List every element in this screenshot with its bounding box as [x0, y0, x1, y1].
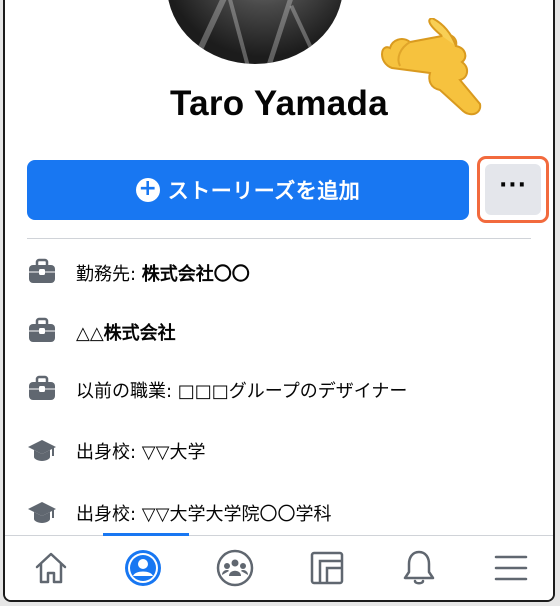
tab-groups[interactable] [189, 536, 281, 600]
add-story-button[interactable]: + ストーリーズを追加 [27, 160, 469, 220]
divider [27, 238, 531, 239]
briefcase-icon [29, 258, 55, 283]
profile-name: Taro Yamada [170, 84, 388, 123]
tab-feeds[interactable] [281, 536, 373, 600]
info-row-workplace[interactable]: △△株式会社 [5, 311, 553, 351]
groups-icon [216, 549, 254, 587]
tab-menu[interactable] [465, 536, 553, 600]
briefcase-icon [29, 375, 55, 400]
more-dots-icon: ··· [498, 173, 528, 198]
info-row-workplace[interactable]: 勤務先: 株式会社〇〇 [5, 252, 553, 292]
add-story-label: ストーリーズを追加 [167, 179, 361, 203]
tab-home[interactable] [5, 536, 97, 600]
home-icon [35, 552, 67, 584]
plus-icon: + [135, 178, 160, 202]
info-text: 出身校: ▽▽大学大学院〇〇学科 [76, 504, 332, 525]
tab-notifications[interactable] [373, 536, 465, 600]
more-options-button[interactable]: ··· [485, 164, 541, 215]
info-text: 勤務先: 株式会社〇〇 [76, 264, 250, 285]
feeds-icon [310, 551, 344, 585]
profile-screen: Taro Yamada + ストーリーズを追加 ··· 勤務先: 株式会社〇〇 … [3, 0, 555, 602]
graduation-cap-icon [28, 440, 56, 461]
menu-icon [494, 555, 528, 581]
profile-photo[interactable] [167, 0, 343, 64]
graduation-cap-icon [28, 502, 56, 523]
bottom-tab-bar [5, 533, 553, 600]
profile-icon [125, 550, 161, 586]
info-text: △△株式会社 [76, 323, 176, 344]
briefcase-icon [29, 317, 55, 342]
info-text: 以前の職業: □□□グループのデザイナー [76, 381, 408, 402]
info-row-education[interactable]: 出身校: ▽▽大学 [5, 430, 553, 470]
tab-profile[interactable] [97, 536, 189, 600]
info-row-previous-job[interactable]: 以前の職業: □□□グループのデザイナー [5, 369, 553, 409]
bell-icon [403, 550, 435, 585]
info-row-education[interactable]: 出身校: ▽▽大学大学院〇〇学科 [5, 492, 553, 532]
info-text: 出身校: ▽▽大学 [76, 442, 206, 463]
more-button-highlight: ··· [477, 156, 549, 223]
